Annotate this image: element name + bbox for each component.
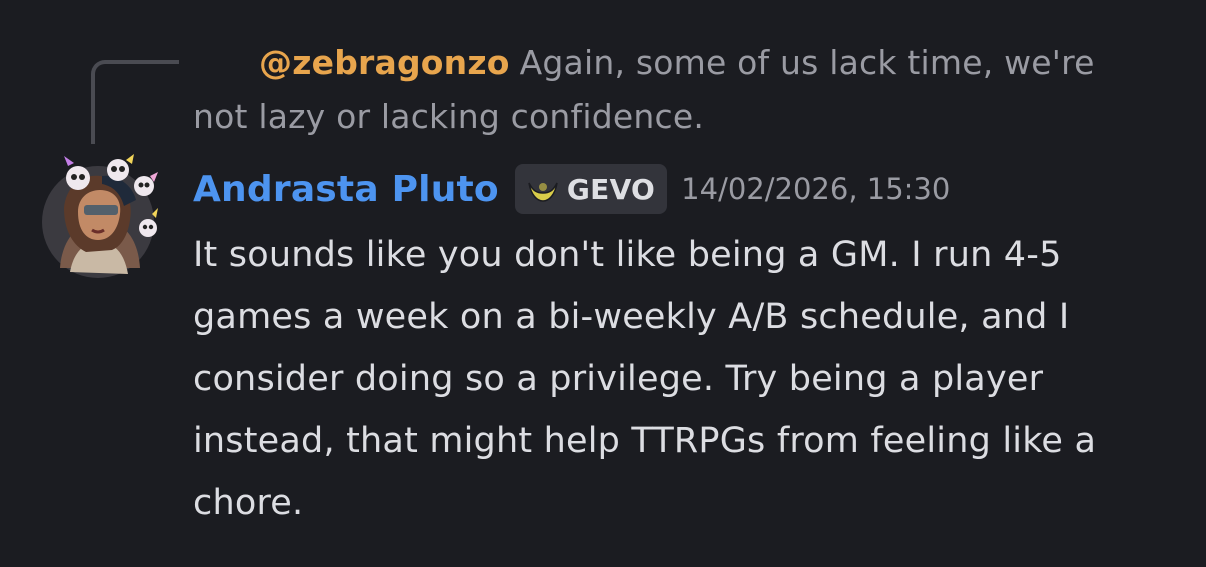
reply-preview[interactable]: @zebragonzo Again, some of us lack time, … xyxy=(193,36,1153,144)
message-content: It sounds like you don't like being a GM… xyxy=(193,235,1097,523)
server-tag-label: GEVO xyxy=(566,172,656,206)
message-header: Andrasta Pluto GEVO 14/02/2026, 15:30 xyxy=(193,163,950,215)
server-tag[interactable]: GEVO xyxy=(514,164,668,214)
avatar-image xyxy=(42,154,158,278)
crescent-moon-icon xyxy=(528,182,558,202)
reply-connector-line xyxy=(91,60,179,144)
timestamp[interactable]: 14/02/2026, 15:30 xyxy=(681,172,950,206)
author-name[interactable]: Andrasta Pluto xyxy=(193,169,499,210)
reply-mention[interactable]: @zebragonzo xyxy=(259,43,510,82)
avatar[interactable] xyxy=(34,150,170,286)
